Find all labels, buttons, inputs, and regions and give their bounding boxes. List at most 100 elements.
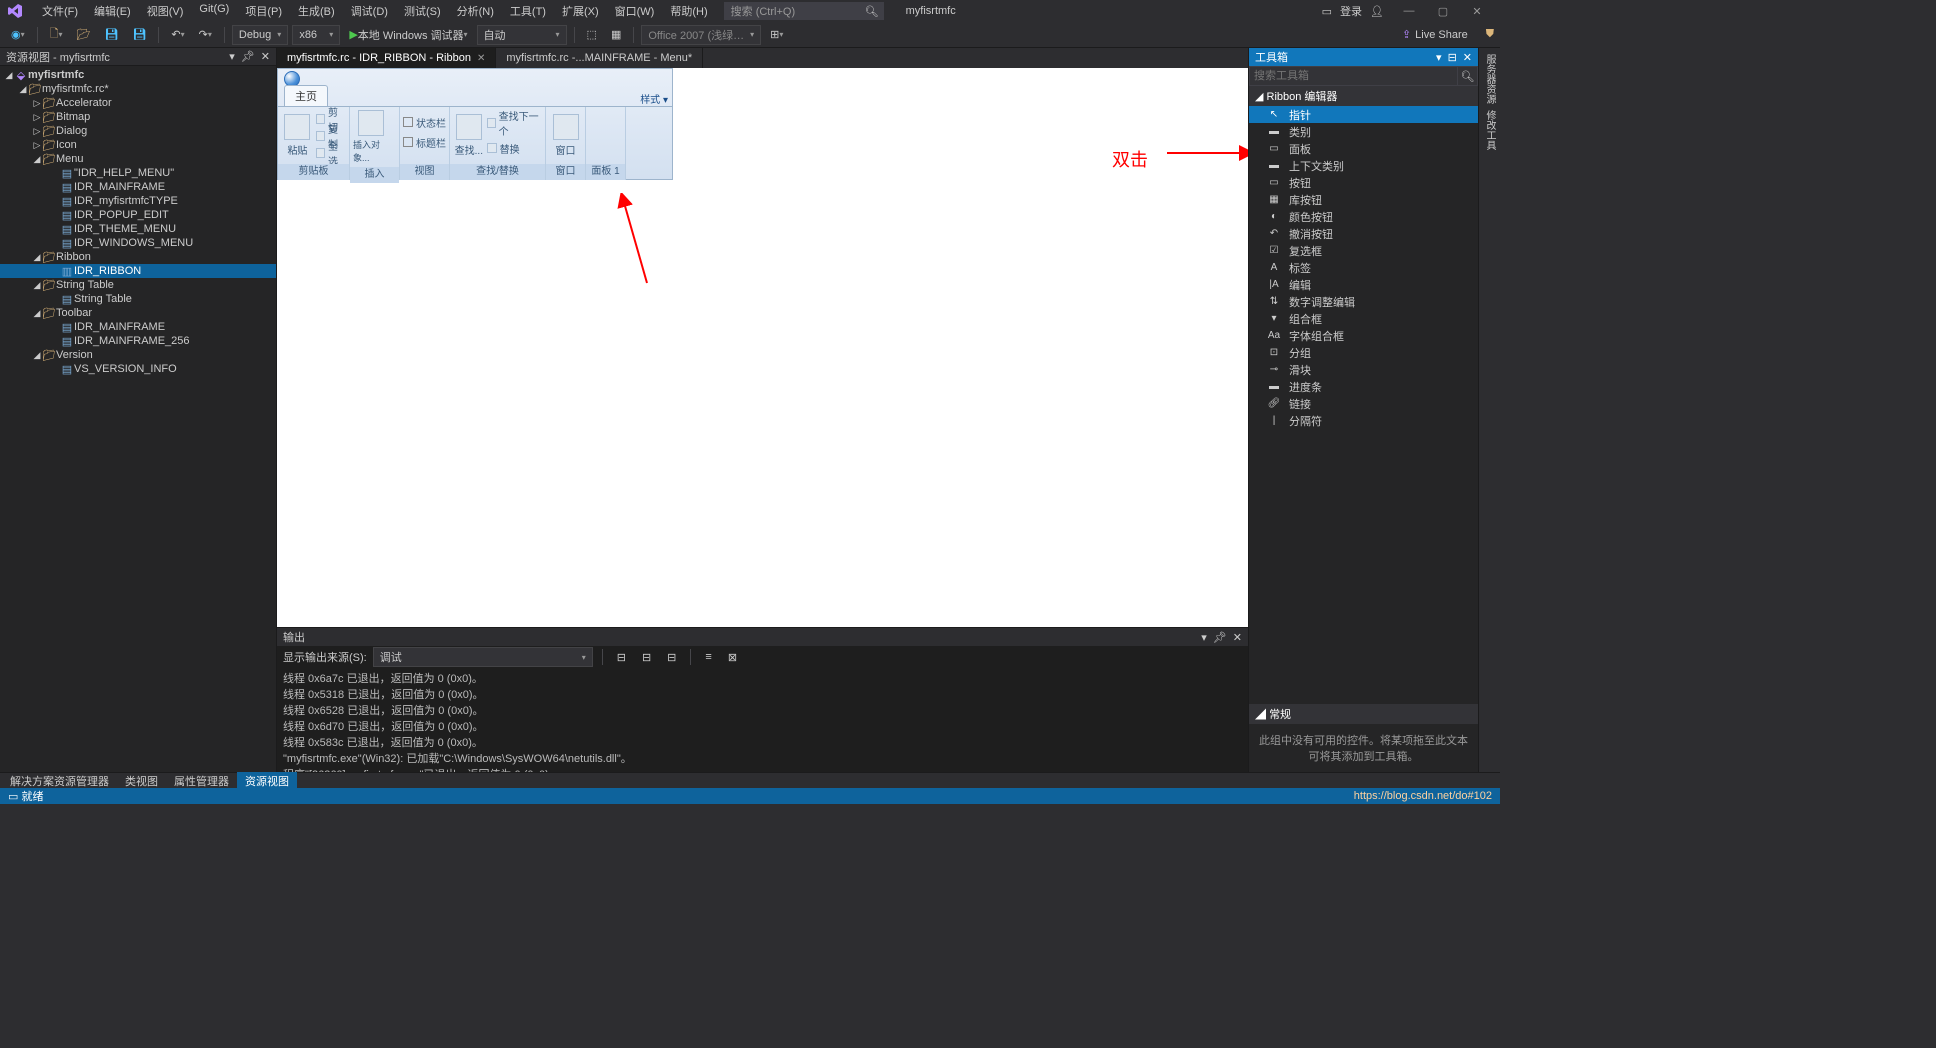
toolbox-item-pointer[interactable]: ↖指针 [1249,106,1478,123]
user-icon[interactable]: 👤︎ [1370,5,1384,18]
tree-version-item[interactable]: ▤VS_VERSION_INFO [0,362,276,376]
ribbon-tab-home[interactable]: 主页 [284,85,328,106]
maximize-button[interactable]: ▢ [1426,0,1460,22]
toolbox-item-combo[interactable]: ▾组合框 [1249,310,1478,327]
panel-dropdown-icon[interactable]: ▾ [1201,631,1207,644]
btab-class-view[interactable]: 类视图 [117,772,166,790]
menu-build[interactable]: 生成(B) [290,0,343,22]
pin-icon[interactable]: 📌︎ [241,50,255,63]
pin-icon[interactable]: ⊟ [1448,51,1457,64]
tool-btn-2[interactable]: ▦ [606,25,626,45]
tool-btn-1[interactable]: ⬚ [582,25,602,45]
tree-menu[interactable]: ◢📁︎Menu [0,152,276,166]
ribbon-statusbar-check[interactable]: 状态栏 [403,114,446,130]
toolbox-category[interactable]: ◢ Ribbon 编辑器 [1249,86,1478,106]
menu-debug[interactable]: 调试(D) [343,0,396,22]
tree-menu-item[interactable]: ▤IDR_MAINFRAME [0,180,276,194]
toolbox-item-spinedit[interactable]: ⇅数字调整编辑 [1249,293,1478,310]
toolbox-item-context[interactable]: ▬上下文类别 [1249,157,1478,174]
open-button[interactable]: 📂︎ [72,25,96,45]
menu-git[interactable]: Git(G) [191,0,237,22]
tree-bitmap[interactable]: ▷📁︎Bitmap [0,110,276,124]
output-tool-button[interactable]: ⊟ [612,647,631,667]
menu-window[interactable]: 窗口(W) [607,0,663,22]
pin-icon[interactable]: 📌︎ [1213,631,1227,644]
output-source-dropdown[interactable]: 调试▾ [373,647,593,667]
toolbox-item-edit[interactable]: |A编辑 [1249,276,1478,293]
menu-file[interactable]: 文件(F) [34,0,86,22]
tree-toolbar-item[interactable]: ▤IDR_MAINFRAME [0,320,276,334]
menu-help[interactable]: 帮助(H) [662,0,715,22]
toolbox-item-slider[interactable]: ⊸滑块 [1249,361,1478,378]
toolbox-item-label[interactable]: A标签 [1249,259,1478,276]
tree-ribbon[interactable]: ◢📁︎Ribbon [0,250,276,264]
minimize-button[interactable]: — [1392,0,1426,22]
tree-menu-item[interactable]: ▤IDR_POPUP_EDIT [0,208,276,222]
tree-string-table[interactable]: ◢📁︎String Table [0,278,276,292]
tree-menu-item[interactable]: ▤IDR_myfisrtmfcTYPE [0,194,276,208]
toolbox-item-panel[interactable]: ▭面板 [1249,140,1478,157]
tree-ribbon-item[interactable]: ▥IDR_RIBBON [0,264,276,278]
ribbon-replace-button[interactable]: 替换 [487,140,542,156]
tree-root[interactable]: ◢⬙myfisrtmfc [0,68,276,82]
panel-dropdown-icon[interactable]: ▾ [1436,51,1442,64]
close-button[interactable]: ✕ [1460,0,1494,22]
editor-tab[interactable]: myfisrtmfc.rc -...MAINFRAME - Menu* [496,48,703,68]
ribbon-insert-button[interactable]: 插入对象... [353,110,389,164]
toolbox-item-link[interactable]: 🔗︎链接 [1249,395,1478,412]
ribbon-designer[interactable]: 主页 样式 ▾ 粘贴 剪切 复制 全选 剪贴板 [277,68,1248,627]
panel-dropdown-icon[interactable]: ▾ [229,50,235,63]
tree-icon-folder[interactable]: ▷📁︎Icon [0,138,276,152]
admin-icon[interactable]: ⛊ [1486,28,1494,41]
toolbox-item-color[interactable]: ◐颜色按钮 [1249,208,1478,225]
tree-menu-item[interactable]: ▤"IDR_HELP_MENU" [0,166,276,180]
ribbon-selectall-button[interactable]: 全选 [316,145,346,161]
toolbox-category[interactable]: ◢ 常规 [1249,704,1478,724]
toolbox-item-undo[interactable]: ↶撤消按钮 [1249,225,1478,242]
tree-menu-item[interactable]: ▤IDR_THEME_MENU [0,222,276,236]
tool-btn-3[interactable]: ⊞ ▾ [765,25,788,45]
editor-tab[interactable]: myfisrtmfc.rc - IDR_RIBBON - Ribbon✕ [277,48,496,68]
ribbon-window-button[interactable]: 窗口 [549,110,582,161]
menu-edit[interactable]: 编辑(E) [86,0,139,22]
ribbon-titlebar-check[interactable]: 标题栏 [403,134,446,150]
config-dropdown[interactable]: Debug▾ [232,25,288,45]
panel-close-icon[interactable]: ✕ [1463,51,1472,64]
toolbox-item-gallery[interactable]: ▦库按钮 [1249,191,1478,208]
ribbon-findnext-button[interactable]: 查找下一个 [487,115,542,131]
redo-button[interactable]: ↷ ▾ [194,25,217,45]
start-debug-button[interactable]: ▶ 本地 Windows 调试器 ▾ [344,25,472,45]
menu-test[interactable]: 测试(S) [396,0,449,22]
ribbon-find-button[interactable]: 查找... [453,110,485,161]
strip-server[interactable]: 服务器资源 [1482,54,1497,104]
panel-close-icon[interactable]: ✕ [261,50,270,63]
office-theme-dropdown[interactable]: Office 2007 (浅绿…▾ [641,25,761,45]
menu-tools[interactable]: 工具(T) [502,0,554,22]
menu-project[interactable]: 项目(P) [237,0,290,22]
auto-dropdown[interactable]: 自动▾ [477,25,567,45]
toolbox-item-category[interactable]: ▬类别 [1249,123,1478,140]
toolbox-item-group[interactable]: ⊡分组 [1249,344,1478,361]
tree-accelerator[interactable]: ▷📁︎Accelerator [0,96,276,110]
tree-menu-item[interactable]: ▤IDR_WINDOWS_MENU [0,236,276,250]
output-wrap-button[interactable]: ≡ [700,647,716,667]
menu-analyze[interactable]: 分析(N) [449,0,502,22]
live-share-icon[interactable]: ⇪ [1402,28,1411,41]
toolbox-item-checkbox[interactable]: ☑复选框 [1249,242,1478,259]
ribbon-paste-button[interactable]: 粘贴 [281,110,314,161]
btab-property-manager[interactable]: 属性管理器 [166,772,237,790]
panel-close-icon[interactable]: ✕ [1233,631,1242,644]
toolbox-item-fontcombo[interactable]: Aa字体组合框 [1249,327,1478,344]
output-tool-button[interactable]: ⊟ [637,647,656,667]
strip-modify[interactable]: 修改工具 [1482,110,1497,150]
save-all-button[interactable]: 💾︎ [127,25,151,45]
btab-resource-view[interactable]: 资源视图 [237,772,297,790]
menu-extensions[interactable]: 扩展(X) [554,0,607,22]
output-tool-button[interactable]: ⊟ [662,647,681,667]
toolbox-item-separator[interactable]: |分隔符 [1249,412,1478,429]
menu-view[interactable]: 视图(V) [139,0,192,22]
resource-tree[interactable]: ◢⬙myfisrtmfc ◢📁︎myfisrtmfc.rc* ▷📁︎Accele… [0,66,276,772]
toolbox-item-button[interactable]: ▭按钮 [1249,174,1478,191]
login-button[interactable]: 登录 [1340,3,1362,19]
toolbox-item-progress[interactable]: ▬进度条 [1249,378,1478,395]
